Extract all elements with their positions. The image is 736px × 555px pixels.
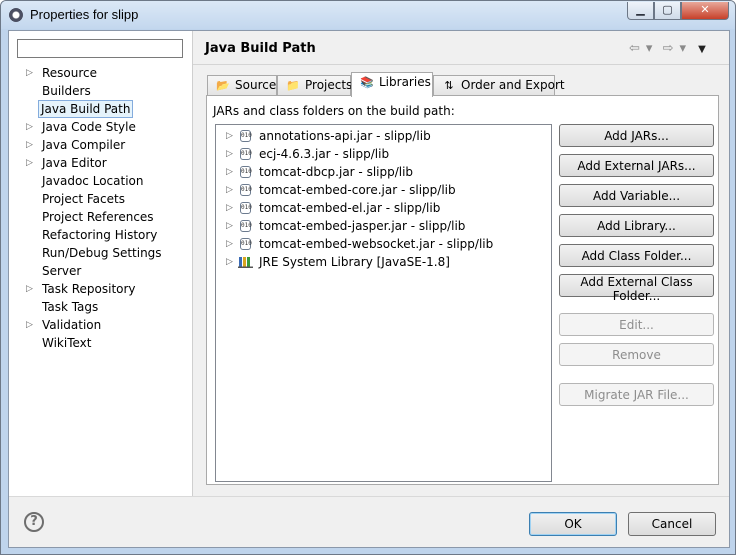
- eclipse-app-icon: [9, 8, 23, 22]
- add-external-jars-button[interactable]: Add External JARs...: [559, 154, 714, 177]
- tab-source[interactable]: 📂 Source: [207, 75, 277, 95]
- forward-menu-icon[interactable]: ▾: [679, 41, 686, 56]
- sidebar-item-label: Validation: [42, 318, 102, 332]
- sidebar-item-label: Task Tags: [42, 300, 99, 314]
- filter-input[interactable]: [20, 41, 180, 56]
- library-item-label: tomcat-embed-el.jar - slipp/lib: [259, 201, 441, 215]
- library-item-label: annotations-api.jar - slipp/lib: [259, 129, 431, 143]
- sidebar-item-label: Java Compiler: [42, 138, 126, 152]
- expand-arrow-icon[interactable]: ▷: [26, 136, 35, 154]
- window-title: Properties for slipp: [30, 7, 139, 22]
- library-item-label: tomcat-embed-jasper.jar - slipp/lib: [259, 219, 466, 233]
- title-separator: [193, 64, 729, 65]
- sidebar-item-label: Project Facets: [42, 192, 125, 206]
- sidebar-item-label: Server: [42, 264, 82, 278]
- library-item-label: ecj-4.6.3.jar - slipp/lib: [259, 147, 390, 161]
- page-navigation: ⇦ ▾ ⇨ ▾ ▼: [629, 41, 712, 56]
- close-icon: ✕: [700, 3, 710, 16]
- sidebar-item-label: Javadoc Location: [42, 174, 144, 188]
- jar-file-icon: 010: [240, 148, 252, 160]
- jar-file-icon: 010: [240, 220, 252, 232]
- expand-arrow-icon[interactable]: ▷: [226, 127, 233, 145]
- maximize-button[interactable]: ▢: [654, 2, 681, 20]
- jar-file-icon: 010: [240, 238, 252, 250]
- back-arrow-icon[interactable]: ⇦: [629, 41, 640, 56]
- jar-file-icon: 010: [240, 130, 252, 142]
- library-item-label: JRE System Library [JavaSE-1.8]: [259, 255, 450, 269]
- tab-order-and-export[interactable]: ⇅ Order and Export: [433, 75, 565, 95]
- tab-label: Order and Export: [461, 78, 565, 92]
- add-external-class-folder-button[interactable]: Add External Class Folder...: [559, 274, 714, 303]
- libraries-label: JARs and class folders on the build path…: [213, 104, 455, 118]
- add-library-button[interactable]: Add Library...: [559, 214, 714, 237]
- expand-arrow-icon[interactable]: ▷: [226, 145, 233, 163]
- libraries-tab-panel: JARs and class folders on the build path…: [206, 95, 719, 485]
- add-class-folder-button[interactable]: Add Class Folder...: [559, 244, 714, 267]
- back-menu-icon[interactable]: ▾: [646, 41, 653, 56]
- expand-arrow-icon[interactable]: ▷: [226, 199, 233, 217]
- maximize-icon: ▢: [662, 3, 673, 16]
- order-export-icon: ⇅: [444, 79, 454, 92]
- library-item-label: tomcat-dbcp.jar - slipp/lib: [259, 165, 414, 179]
- forward-arrow-icon[interactable]: ⇨: [663, 41, 674, 56]
- edit-button[interactable]: Edit...: [559, 313, 714, 336]
- source-folder-icon: 📂: [216, 79, 230, 92]
- tab-label: Libraries: [379, 75, 431, 89]
- sidebar-item-label: Resource: [42, 66, 98, 80]
- expand-arrow-icon[interactable]: ▷: [226, 217, 233, 235]
- properties-dialog: Properties for slipp ▁ ▢ ✕ ▷ Resource Buil…: [0, 0, 736, 555]
- tab-projects[interactable]: 📁 Projects: [277, 75, 353, 95]
- sidebar-item-label: Java Code Style: [42, 120, 136, 134]
- tab-libraries[interactable]: 📚 Libraries: [351, 72, 433, 97]
- migrate-jar-file-button[interactable]: Migrate JAR File...: [559, 383, 714, 406]
- view-menu-icon[interactable]: ▼: [698, 44, 706, 55]
- project-folder-icon: 📁: [286, 79, 300, 92]
- sidebar-item-label: WikiText: [42, 336, 92, 350]
- property-page: Java Build Path ⇦ ▾ ⇨ ▾ ▼ 📂 Source 📁 Projects…: [193, 31, 729, 496]
- add-jars-button[interactable]: Add JARs...: [559, 124, 714, 147]
- sidebar-item-label: Java Build Path: [38, 100, 134, 118]
- library-books-icon: [238, 257, 253, 268]
- sidebar-item-label: Task Repository: [42, 282, 136, 296]
- library-icon: 📚: [360, 76, 374, 89]
- jar-file-icon: 010: [240, 166, 252, 178]
- minimize-button[interactable]: ▁: [627, 2, 654, 20]
- sidebar-item-label: Project References: [42, 210, 154, 224]
- minimize-icon: ▁: [636, 3, 645, 16]
- expand-arrow-icon[interactable]: ▷: [26, 280, 35, 298]
- expand-arrow-icon[interactable]: ▷: [26, 64, 35, 82]
- sidebar-item-label: Refactoring History: [42, 228, 158, 242]
- library-item-label: tomcat-embed-core.jar - slipp/lib: [259, 183, 456, 197]
- expand-arrow-icon[interactable]: ▷: [226, 181, 233, 199]
- jar-file-icon: 010: [240, 202, 252, 214]
- dialog-client-area: ▷ Resource Builders Java Build Path ▷ Java Co…: [8, 30, 730, 548]
- sidebar-item-label: Builders: [42, 84, 91, 98]
- property-page-navigator: ▷ Resource Builders Java Build Path ▷ Java Co…: [9, 31, 193, 496]
- tab-label: Source: [235, 78, 277, 92]
- remove-button[interactable]: Remove: [559, 343, 714, 366]
- help-icon[interactable]: ?: [24, 512, 44, 532]
- page-title: Java Build Path: [205, 41, 316, 56]
- expand-arrow-icon[interactable]: ▷: [26, 118, 35, 136]
- expand-arrow-icon[interactable]: ▷: [226, 235, 233, 253]
- add-variable-button[interactable]: Add Variable...: [559, 184, 714, 207]
- ok-button[interactable]: OK: [529, 512, 617, 536]
- libraries-tree[interactable]: ▷ 010 annotations-api.jar - slipp/lib ▷ 010 e…: [215, 124, 552, 482]
- cancel-button[interactable]: Cancel: [628, 512, 716, 536]
- sidebar-item-label: Run/Debug Settings: [42, 246, 162, 260]
- jar-file-icon: 010: [240, 184, 252, 196]
- sidebar-item-label: Java Editor: [42, 156, 107, 170]
- close-button[interactable]: ✕: [681, 2, 729, 20]
- library-item-label: tomcat-embed-websocket.jar - slipp/lib: [259, 237, 494, 251]
- title-bar[interactable]: Properties for slipp ▁ ▢ ✕: [1, 1, 735, 29]
- expand-arrow-icon[interactable]: ▷: [26, 316, 35, 334]
- dialog-button-bar: ? OK Cancel: [9, 496, 729, 548]
- tab-label: Projects: [305, 78, 353, 92]
- expand-arrow-icon[interactable]: ▷: [26, 154, 35, 172]
- expand-arrow-icon[interactable]: ▷: [226, 253, 233, 271]
- expand-arrow-icon[interactable]: ▷: [226, 163, 233, 181]
- filter-field[interactable]: [17, 39, 183, 58]
